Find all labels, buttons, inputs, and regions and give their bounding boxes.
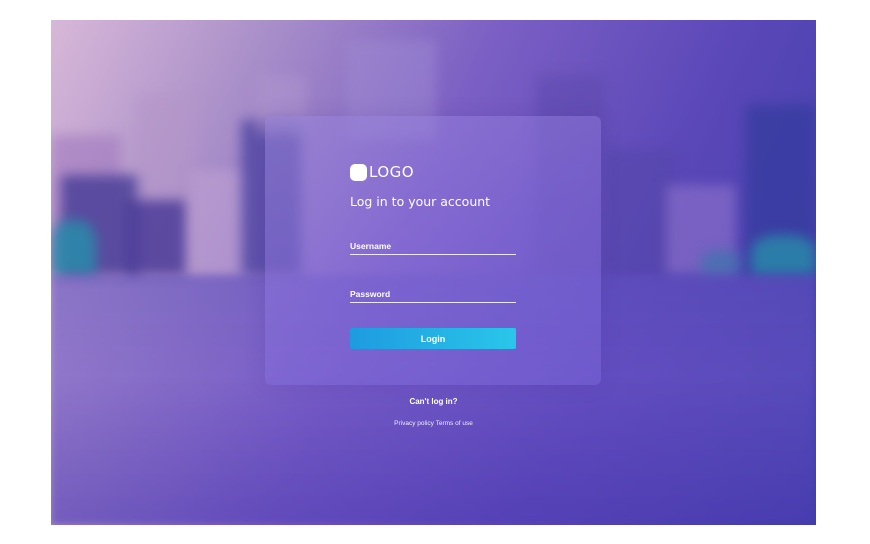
login-button[interactable]: Login xyxy=(350,328,516,349)
privacy-policy-link[interactable]: Privacy policy xyxy=(394,420,434,427)
background-tree xyxy=(751,235,816,275)
login-subtitle: Log in to your account xyxy=(350,194,491,209)
logo: LOGO xyxy=(350,163,414,181)
background-tree xyxy=(701,250,741,275)
username-field[interactable]: Username xyxy=(350,236,516,255)
password-label: Password xyxy=(350,289,391,299)
terms-of-use-link[interactable]: Terms of use xyxy=(436,420,473,427)
logo-text: LOGO xyxy=(369,163,415,181)
background-tree xyxy=(51,220,96,275)
password-field[interactable]: Password xyxy=(350,284,516,303)
cant-log-in-link[interactable]: Can't log in? xyxy=(51,397,816,406)
login-card: LOGO Log in to your account Username Pas… xyxy=(265,116,601,385)
background-building xyxy=(126,200,186,275)
username-label: Username xyxy=(350,241,392,251)
login-background: LOGO Log in to your account Username Pas… xyxy=(51,20,816,525)
logo-mark-icon xyxy=(350,163,367,181)
legal-links: Privacy policy Terms of use xyxy=(51,420,816,427)
